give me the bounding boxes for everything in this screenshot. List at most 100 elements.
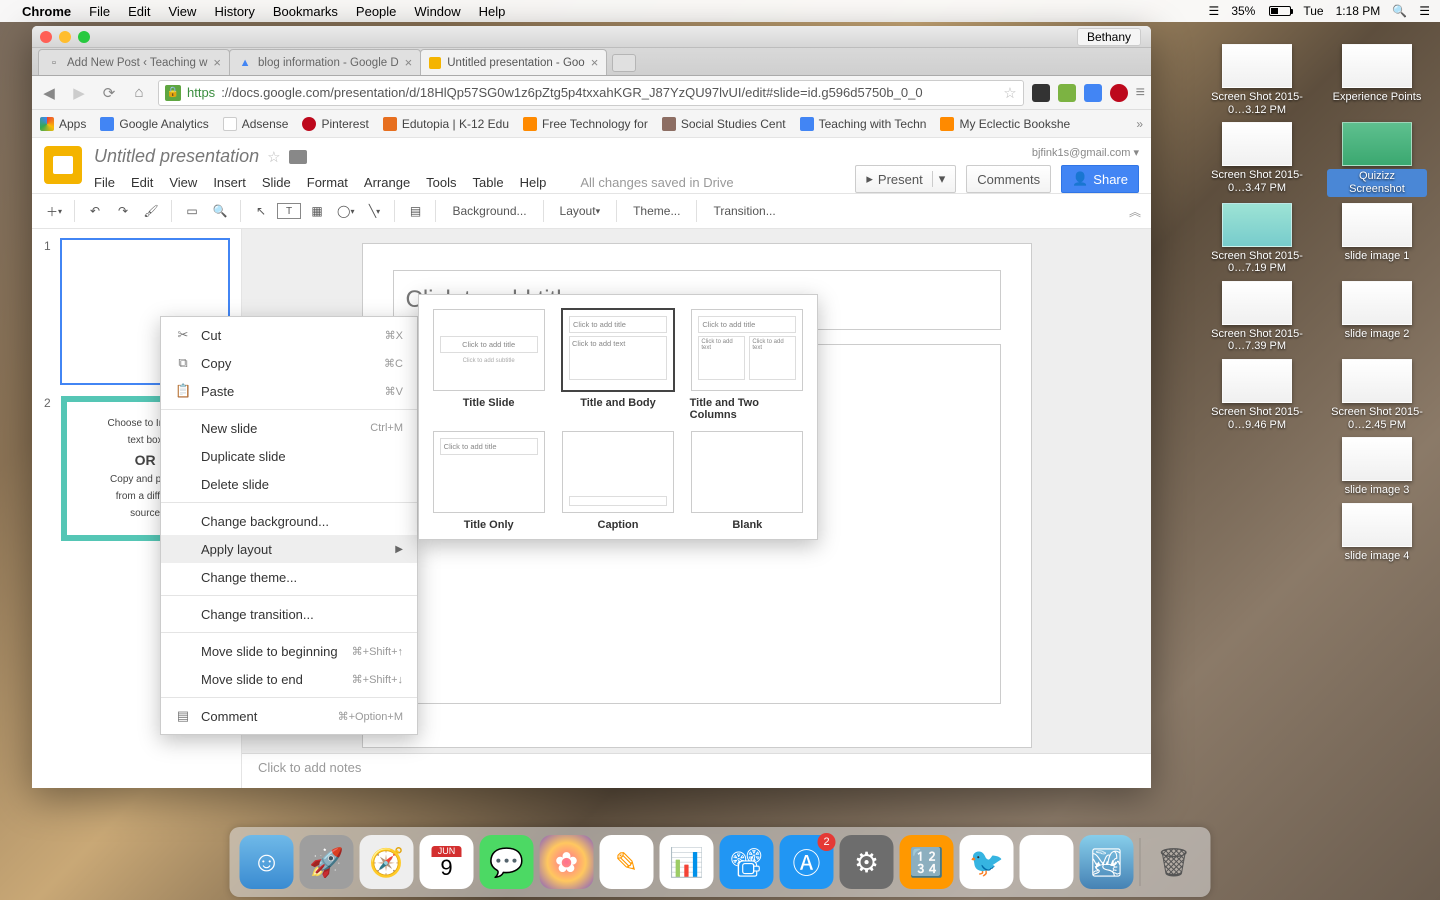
desktop-file[interactable]: slide image 4 (1322, 503, 1432, 563)
theme-button[interactable]: Theme... (625, 198, 688, 224)
menu-edit[interactable]: Edit (131, 175, 153, 190)
calendar-icon[interactable]: JUN9 (420, 835, 474, 889)
reload-button[interactable]: ⟳ (98, 82, 120, 104)
new-tab-button[interactable] (612, 54, 636, 72)
shape-button[interactable]: ◯▾ (333, 198, 358, 224)
extension-icon[interactable] (1084, 84, 1102, 102)
menubar-item[interactable]: View (168, 4, 196, 19)
ctx-copy[interactable]: ⧉Copy⌘C (161, 349, 417, 377)
present-button[interactable]: ▸Present▾ (855, 165, 956, 193)
close-tab-icon[interactable]: × (405, 55, 413, 70)
forward-button[interactable]: ▶ (68, 82, 90, 104)
numbers-icon[interactable]: 📊 (660, 835, 714, 889)
menu-slide[interactable]: Slide (262, 175, 291, 190)
menubar-item[interactable]: Edit (128, 4, 150, 19)
menu-table[interactable]: Table (473, 175, 504, 190)
desktop-file[interactable]: Screen Shot 2015-0…7.39 PM (1202, 281, 1312, 353)
layout-option-blank[interactable]: Blank (690, 431, 805, 531)
browser-tab[interactable]: ▲ blog information - Google D × (229, 49, 421, 75)
ctx-apply-layout[interactable]: Apply layout▶ (161, 535, 417, 563)
expand-toolbar-icon[interactable]: ︽ (1129, 203, 1141, 220)
menu-format[interactable]: Format (307, 175, 348, 190)
menu-file[interactable]: File (94, 175, 115, 190)
layout-option-title-body[interactable]: Click to add titleClick to add text Titl… (560, 309, 675, 421)
menu-help[interactable]: Help (520, 175, 547, 190)
slides-logo-icon[interactable] (44, 146, 82, 184)
close-window-button[interactable] (40, 31, 52, 43)
chrome-icon[interactable]: ◉ (1020, 835, 1074, 889)
layout-button[interactable]: Layout ▾ (552, 198, 609, 224)
select-tool-button[interactable]: ↖ (249, 198, 273, 224)
ctx-comment[interactable]: ▤Comment⌘+Option+M (161, 702, 417, 730)
apps-button[interactable]: Apps (40, 117, 86, 131)
menu-insert[interactable]: Insert (213, 175, 246, 190)
layout-option-caption[interactable]: Caption (560, 431, 675, 531)
comments-button[interactable]: Comments (966, 165, 1051, 193)
desktop-file[interactable]: slide image 1 (1322, 203, 1432, 275)
launchpad-icon[interactable]: 🚀 (300, 835, 354, 889)
redo-button[interactable]: ↷ (111, 198, 135, 224)
ctx-cut[interactable]: ✂Cut⌘X (161, 321, 417, 349)
layout-option-title-only[interactable]: Click to add title Title Only (431, 431, 546, 531)
speaker-notes[interactable]: Click to add notes (242, 754, 1151, 788)
address-bar[interactable]: 🔒 https://docs.google.com/presentation/d… (158, 80, 1024, 106)
ctx-delete-slide[interactable]: Delete slide (161, 470, 417, 498)
textbox-button[interactable]: T (277, 203, 301, 219)
safari-icon[interactable]: 🧭 (360, 835, 414, 889)
finder-icon[interactable]: ☺ (240, 835, 294, 889)
account-email[interactable]: bjfink1s@gmail.com ▾ (1032, 146, 1139, 159)
notifications-icon[interactable]: ☰ (1419, 4, 1430, 18)
bookmark-item[interactable]: Edutopia | K-12 Edu (383, 117, 509, 131)
ctx-change-background[interactable]: Change background... (161, 507, 417, 535)
ctx-move-end[interactable]: Move slide to end⌘+Shift+↓ (161, 665, 417, 693)
transition-button[interactable]: Transition... (705, 198, 783, 224)
menubar-item[interactable]: File (89, 4, 110, 19)
new-slide-button[interactable]: ＋▾ (42, 198, 66, 224)
browser-tab-active[interactable]: Untitled presentation - Goo × (420, 49, 607, 75)
layout-option-two-columns[interactable]: Click to add titleClick to add textClick… (690, 309, 805, 421)
line-button[interactable]: ╲▾ (362, 198, 386, 224)
desktop-file[interactable]: Experience Points (1322, 44, 1432, 116)
ctx-change-theme[interactable]: Change theme... (161, 563, 417, 591)
spotlight-icon[interactable]: 🔍 (1392, 4, 1407, 18)
keynote-icon[interactable]: 📽 (720, 835, 774, 889)
undo-button[interactable]: ↶ (83, 198, 107, 224)
bookmark-item[interactable]: Teaching with Techn (800, 117, 927, 131)
menubar-item[interactable]: Help (479, 4, 506, 19)
desktop-file[interactable]: Screen Shot 2015-0…2.45 PM (1322, 359, 1432, 431)
pages-icon[interactable]: ✎ (600, 835, 654, 889)
messages-icon[interactable]: 💬 (480, 835, 534, 889)
desktop-file[interactable]: slide image 3 (1322, 437, 1432, 497)
pinterest-icon[interactable] (1110, 84, 1128, 102)
menubar-item[interactable]: Window (414, 4, 460, 19)
comment-tool-button[interactable]: ▤ (403, 198, 427, 224)
chrome-profile-button[interactable]: Bethany (1077, 28, 1141, 46)
menubar-item[interactable]: People (356, 4, 396, 19)
wifi-icon[interactable]: ☰ (1209, 4, 1220, 18)
appstore-icon[interactable]: Ⓐ2 (780, 835, 834, 889)
back-button[interactable]: ◀ (38, 82, 60, 104)
paint-format-button[interactable]: 🖌 (139, 198, 163, 224)
photos-icon[interactable]: ✿ (540, 835, 594, 889)
close-tab-icon[interactable]: × (213, 55, 221, 70)
desktop-file[interactable]: Screen Shot 2015-0…3.47 PM (1202, 122, 1312, 196)
layout-option-title-slide[interactable]: Click to add titleClick to add subtitle … (431, 309, 546, 421)
settings-icon[interactable]: ⚙ (840, 835, 894, 889)
twitter-icon[interactable]: 🐦 (960, 835, 1014, 889)
image-button[interactable]: ▦ (305, 198, 329, 224)
calculator-icon[interactable]: 🔢 (900, 835, 954, 889)
extension-icon[interactable] (1058, 84, 1076, 102)
menu-view[interactable]: View (169, 175, 197, 190)
menu-arrange[interactable]: Arrange (364, 175, 410, 190)
chrome-menu-icon[interactable]: ≡ (1136, 84, 1145, 102)
desktop-file[interactable]: Screen Shot 2015-0…7.19 PM (1202, 203, 1312, 275)
bookmark-star-icon[interactable]: ☆ (1003, 84, 1016, 102)
desktop-file[interactable]: Quizizz Screenshot (1322, 122, 1432, 196)
star-icon[interactable]: ☆ (267, 148, 280, 166)
desktop-file[interactable]: Screen Shot 2015-0…3.12 PM (1202, 44, 1312, 116)
background-button[interactable]: Background... (444, 198, 534, 224)
extension-icon[interactable] (1032, 84, 1050, 102)
bookmark-item[interactable]: My Eclectic Bookshe (940, 117, 1070, 131)
bookmarks-overflow-icon[interactable]: » (1136, 117, 1143, 131)
close-tab-icon[interactable]: × (591, 55, 599, 70)
